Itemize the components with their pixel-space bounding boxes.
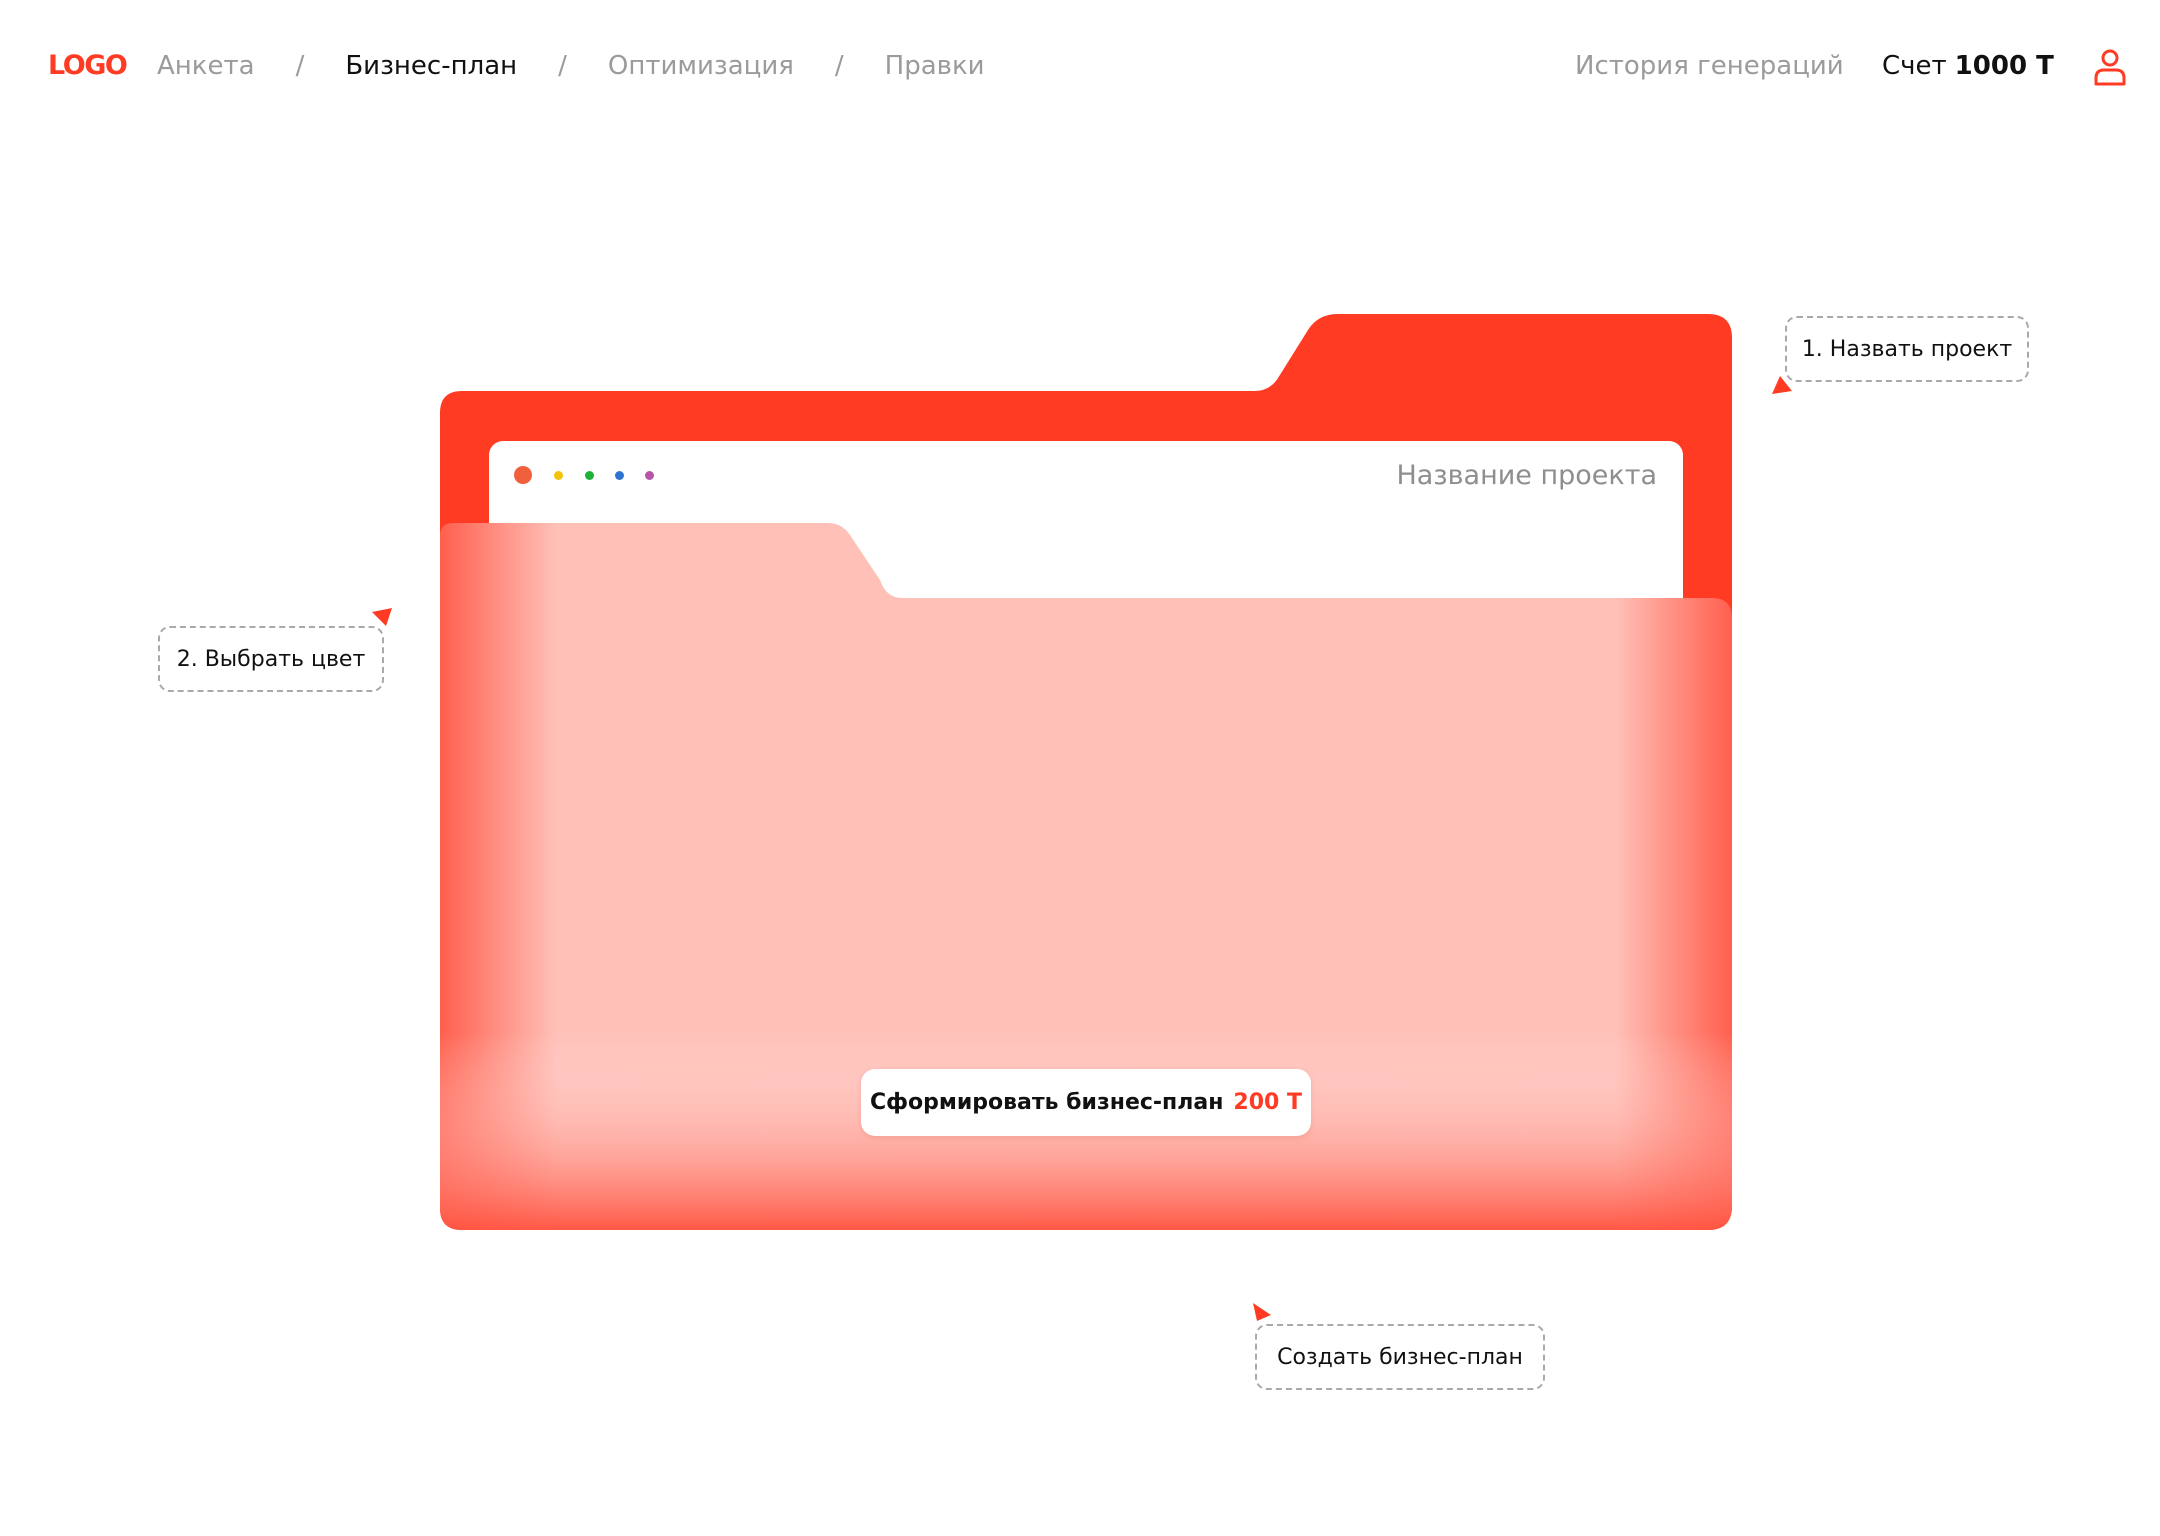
annotation-pointer-icon	[1772, 376, 1792, 394]
account-balance: Счет 1000 Т	[1882, 48, 2054, 84]
nav-item-questionnaire[interactable]: Анкета	[157, 48, 255, 84]
logo[interactable]: LOGO	[48, 48, 128, 84]
annotation-name-project: 1. Назвать проект	[1785, 316, 2029, 382]
generate-business-plan-button[interactable]: Сформировать бизнес-план 200 Т	[861, 1069, 1311, 1136]
generation-history-link[interactable]: История генераций	[1575, 48, 1844, 84]
page: LOGO Анкета / Бизнес-план / Оптимизация …	[0, 0, 2160, 1536]
nav-item-revisions[interactable]: Правки	[885, 48, 985, 84]
annotation-pointer-icon	[1253, 1303, 1271, 1321]
nav-separator: /	[558, 51, 567, 81]
annotation-choose-color: 2. Выбрать цвет	[158, 626, 384, 692]
annotation-create-plan: Создать бизнес-план	[1255, 1324, 1545, 1390]
cta-price: 200 Т	[1233, 1090, 1302, 1115]
breadcrumb-nav: Анкета / Бизнес-план / Оптимизация / Пра…	[157, 48, 985, 84]
nav-separator: /	[834, 51, 844, 81]
nav-item-business-plan[interactable]: Бизнес-план	[345, 48, 517, 84]
header: LOGO Анкета / Бизнес-план / Оптимизация …	[0, 0, 2160, 134]
nav-item-optimization[interactable]: Оптимизация	[608, 48, 794, 84]
cta-label: Сформировать бизнес-план	[870, 1090, 1224, 1115]
project-folder: Название проекта Сформировать бизнес-пла…	[440, 314, 1732, 1230]
annotation-pointer-icon	[372, 608, 392, 626]
user-icon[interactable]	[2092, 48, 2128, 86]
balance-value: 1000 Т	[1954, 51, 2054, 81]
account-label: Счет	[1882, 51, 1947, 81]
nav-separator: /	[295, 51, 305, 81]
